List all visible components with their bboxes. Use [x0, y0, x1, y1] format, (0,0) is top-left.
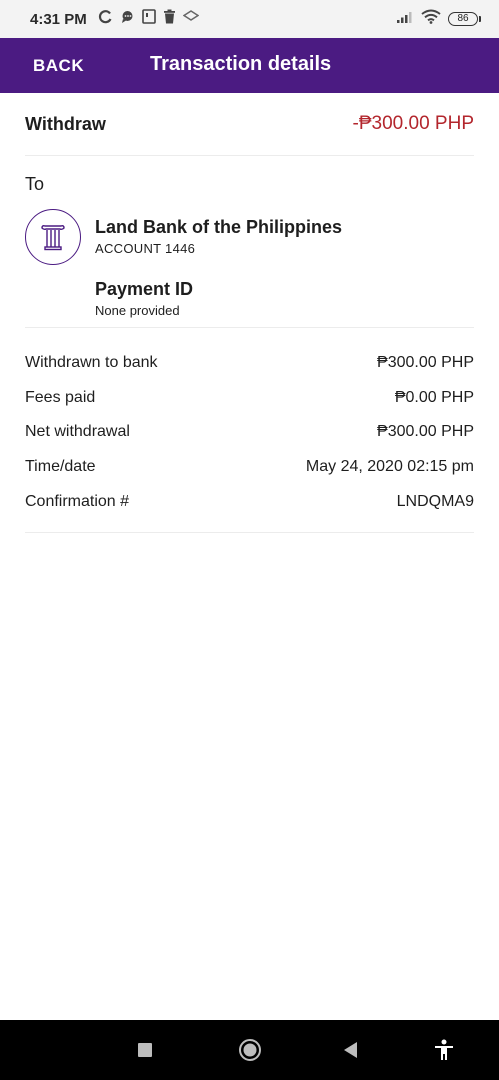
account-number: ACCOUNT 1446 — [95, 241, 196, 256]
detail-label: Fees paid — [25, 388, 96, 406]
detail-row-net: Net withdrawal ₱300.00 PHP — [25, 415, 474, 450]
transaction-type: Withdraw — [25, 113, 106, 134]
signal-icon — [396, 10, 414, 29]
transaction-amount: -₱300.00 PHP — [352, 113, 474, 134]
chat-icon — [120, 10, 135, 29]
detail-value: LNDQMA9 — [396, 492, 474, 510]
bank-column-icon — [25, 209, 81, 265]
battery-level: 86 — [448, 12, 478, 26]
battery-icon: 86 — [448, 12, 481, 26]
detail-row-confirmation: Confirmation # LNDQMA9 — [25, 484, 474, 519]
sync-icon — [98, 9, 113, 29]
detail-label: Withdrawn to bank — [25, 354, 158, 372]
detail-value: ₱300.00 PHP — [377, 354, 474, 372]
transaction-summary: Withdraw -₱300.00 PHP — [25, 93, 474, 156]
transaction-content: Withdraw -₱300.00 PHP To Land Bank of th… — [25, 93, 474, 533]
payment-id-label: Payment ID — [95, 279, 194, 299]
detail-row-time: Time/date May 24, 2020 02:15 pm — [25, 450, 474, 485]
detail-row-withdrawn: Withdrawn to bank ₱300.00 PHP — [25, 346, 474, 381]
home-icon[interactable] — [230, 1020, 270, 1080]
payment-id-value: None provided — [95, 303, 180, 318]
back-button[interactable]: BACK — [33, 38, 84, 93]
detail-label: Confirmation # — [25, 492, 130, 510]
detail-row-fees: Fees paid ₱0.00 PHP — [25, 381, 474, 416]
navigation-bar — [0, 1020, 499, 1080]
layers-icon — [182, 10, 200, 28]
app-bar: BACK Transaction details — [0, 38, 499, 93]
to-label: To — [25, 174, 45, 194]
back-icon[interactable] — [331, 1020, 371, 1080]
recents-icon[interactable] — [125, 1020, 165, 1080]
detail-label: Time/date — [25, 458, 96, 476]
wifi-icon — [421, 9, 441, 29]
detail-value: ₱0.00 PHP — [394, 388, 474, 406]
recipient-block: Land Bank of the Philippines ACCOUNT 144… — [25, 195, 474, 328]
detail-value: ₱300.00 PHP — [377, 423, 474, 441]
transaction-details-list: Withdrawn to bank ₱300.00 PHP Fees paid … — [25, 328, 474, 533]
status-time: 4:31 PM — [30, 10, 87, 28]
detail-label: Net withdrawal — [25, 423, 130, 441]
sim-icon — [141, 9, 156, 29]
page-title: Transaction details — [150, 53, 332, 75]
accessibility-icon[interactable] — [424, 1020, 464, 1080]
status-bar: 4:31 PM 86 — [0, 0, 499, 38]
detail-value: May 24, 2020 02:15 pm — [305, 458, 474, 476]
trash-icon — [163, 9, 176, 29]
bank-name: Land Bank of the Philippines — [95, 217, 343, 237]
